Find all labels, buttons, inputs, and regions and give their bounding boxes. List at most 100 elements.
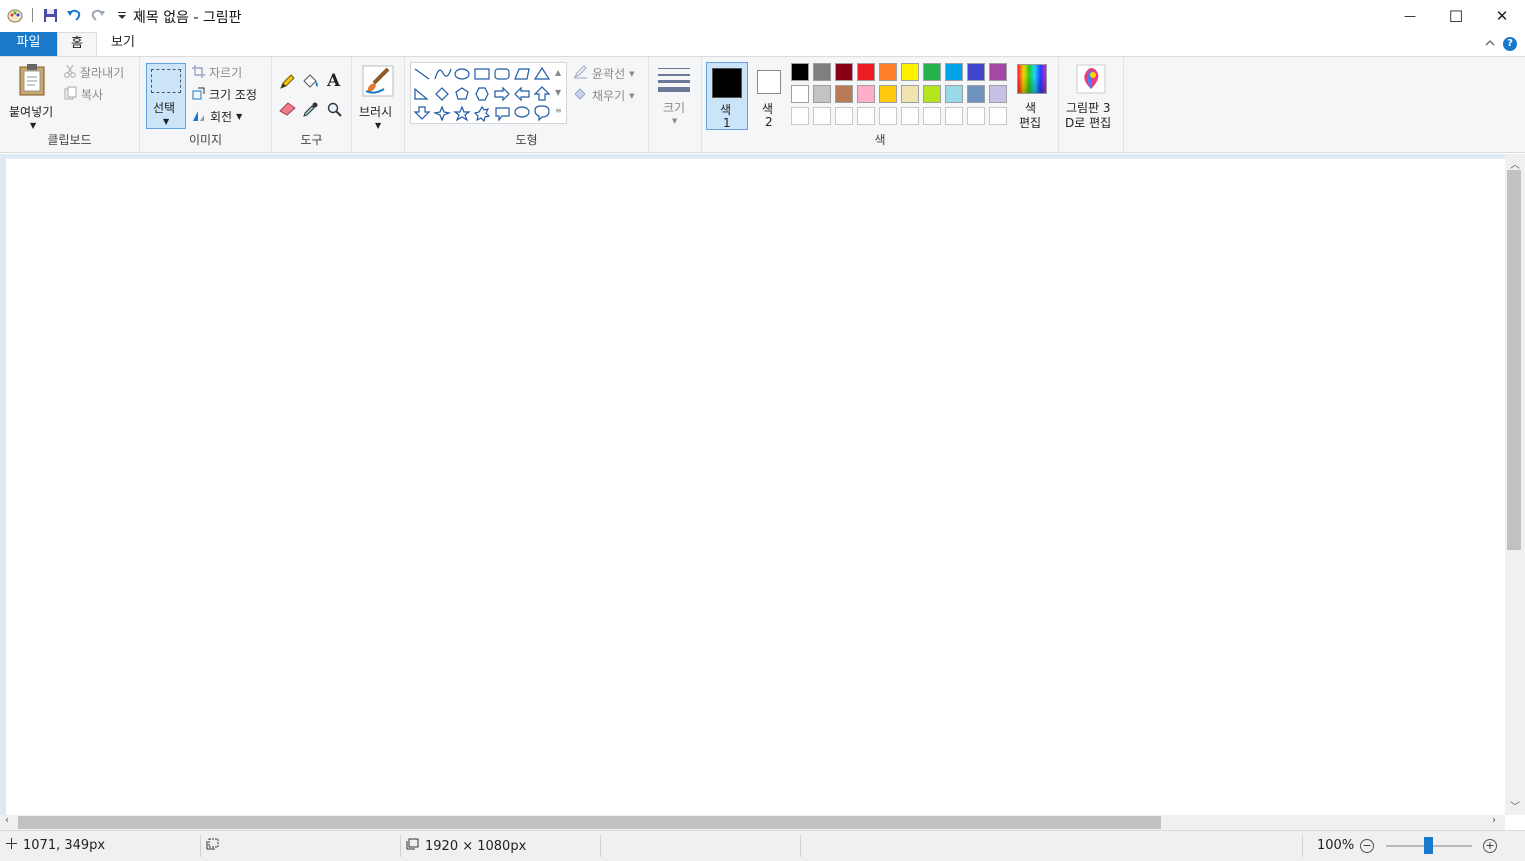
fill-button[interactable]: 채우기 ▼ [573, 87, 635, 104]
eraser-icon[interactable] [279, 102, 296, 119]
scroll-up-icon[interactable]: ︿ [1510, 156, 1520, 171]
shapes-gallery-scroll[interactable]: ▲ ▼ ≡ [555, 67, 562, 116]
maximize-icon: ☐ [1448, 6, 1464, 26]
color-swatch[interactable] [835, 107, 853, 125]
outline-label: 윤곽선 [592, 67, 626, 81]
color-swatch[interactable] [791, 107, 809, 125]
undo-icon[interactable] [65, 6, 83, 24]
pencil-icon[interactable] [279, 74, 295, 93]
color-swatch[interactable] [967, 85, 985, 103]
color-swatch[interactable] [945, 63, 963, 81]
scroll-down-icon[interactable]: ﹀ [1510, 798, 1520, 813]
color-swatch[interactable] [945, 107, 963, 125]
expand-gallery-icon[interactable]: ≡ [555, 105, 562, 116]
canvas-area [0, 154, 1505, 815]
outline-pencil-icon [573, 65, 588, 82]
fill-bucket-icon[interactable] [302, 74, 319, 93]
color-swatch[interactable] [857, 85, 875, 103]
zoom-slider-thumb[interactable] [1424, 837, 1433, 854]
drawing-canvas[interactable] [6, 159, 1505, 815]
color-swatch[interactable] [879, 107, 897, 125]
crosshair-icon [6, 838, 17, 853]
help-icon[interactable]: ? [1503, 37, 1517, 51]
magnifier-icon[interactable] [327, 102, 342, 120]
select-button[interactable]: 선택 ▼ [146, 63, 186, 129]
tab-view[interactable]: 보기 [103, 32, 143, 56]
minimize-button[interactable]: — [1387, 0, 1433, 32]
color-swatch[interactable] [813, 63, 831, 81]
color-palette [791, 63, 1011, 127]
paste-label: 붙여넣기 [9, 105, 54, 119]
color-swatch[interactable] [923, 85, 941, 103]
cursor-position: 1071, 349px [6, 838, 105, 853]
customize-qat-icon[interactable] [113, 6, 131, 24]
color-swatch[interactable] [791, 63, 809, 81]
color-swatch[interactable] [989, 107, 1007, 125]
color-swatch[interactable] [967, 63, 985, 81]
collapse-ribbon-icon[interactable] [1485, 36, 1495, 50]
close-button[interactable]: ✕ [1479, 0, 1525, 32]
color-swatch[interactable] [989, 63, 1007, 81]
scroll-left-icon[interactable]: ‹ [5, 815, 9, 826]
color-swatch[interactable] [879, 85, 897, 103]
brushes-button[interactable]: 브러시 ▼ [355, 61, 401, 131]
resize-icon [192, 87, 205, 103]
color-swatch[interactable] [945, 85, 963, 103]
color-swatch[interactable] [857, 63, 875, 81]
maximize-button[interactable]: ☐ [1433, 0, 1479, 32]
color1-button[interactable]: 색 1 [706, 62, 748, 130]
crop-button[interactable]: 자르기 [192, 64, 242, 81]
paint-app-icon[interactable] [6, 6, 24, 24]
color-swatch[interactable] [857, 107, 875, 125]
status-divider [800, 835, 801, 857]
color2-button[interactable]: 색 2 [752, 62, 786, 130]
color-swatch[interactable] [901, 85, 919, 103]
scroll-down-icon[interactable]: ▼ [555, 87, 562, 98]
color-swatch[interactable] [901, 107, 919, 125]
horizontal-scrollbar[interactable]: ‹ › [0, 815, 1505, 830]
tab-home[interactable]: 홈 [57, 32, 97, 56]
zoom-out-button[interactable]: − [1360, 839, 1374, 853]
color-swatch[interactable] [813, 107, 831, 125]
paint3d-group: 그림판 3 D로 편집 [1059, 57, 1124, 152]
cut-label: 잘라내기 [80, 66, 125, 80]
edit-with-paint3d-button[interactable]: 그림판 3 D로 편집 [1062, 61, 1122, 131]
paste-button[interactable]: 붙여넣기 ▼ [8, 61, 58, 131]
vertical-scrollbar[interactable]: ︿ ﹀ [1505, 154, 1525, 815]
color-swatch[interactable] [835, 63, 853, 81]
edit-colors-button[interactable]: 색 편집 [1014, 61, 1052, 131]
color-swatch[interactable] [967, 107, 985, 125]
color-swatch[interactable] [989, 85, 1007, 103]
rotate-button[interactable]: 회전 ▼ [192, 108, 242, 125]
save-icon[interactable] [41, 6, 59, 24]
zoom-in-button[interactable]: + [1483, 839, 1497, 853]
copy-button[interactable]: 복사 [64, 86, 103, 103]
vertical-scroll-thumb[interactable] [1507, 170, 1521, 550]
color-swatch[interactable] [813, 85, 831, 103]
size-label: 크기 [663, 101, 686, 115]
resize-button[interactable]: 크기 조정 [192, 86, 257, 103]
text-tool-icon[interactable]: A [327, 71, 340, 91]
color-swatch[interactable] [879, 63, 897, 81]
scroll-up-icon[interactable]: ▲ [555, 67, 562, 78]
color-swatch[interactable] [835, 85, 853, 103]
color-swatch[interactable] [923, 107, 941, 125]
tab-file[interactable]: 파일 [0, 32, 57, 56]
color-picker-icon[interactable] [303, 102, 318, 120]
color-swatch[interactable] [901, 63, 919, 81]
scroll-right-icon[interactable]: › [1492, 815, 1496, 826]
chevron-down-icon: ▼ [629, 91, 635, 100]
color1-swatch [712, 68, 742, 98]
cut-button[interactable]: 잘라내기 [64, 64, 124, 81]
redo-icon[interactable] [89, 6, 107, 24]
horizontal-scroll-thumb[interactable] [18, 816, 1161, 829]
color-swatch[interactable] [923, 63, 941, 81]
shapes-gallery-icons[interactable] [411, 63, 566, 123]
quick-access-toolbar [6, 6, 142, 24]
color-spectrum-icon [1017, 64, 1047, 94]
paste-icon [18, 63, 48, 100]
outline-button[interactable]: 윤곽선 ▼ [573, 65, 635, 82]
color-swatch[interactable] [791, 85, 809, 103]
size-button[interactable]: 크기 ▼ [653, 63, 697, 129]
clipboard-group: 붙여넣기 ▼ 잘라내기 복사 클립보드 [0, 57, 140, 152]
